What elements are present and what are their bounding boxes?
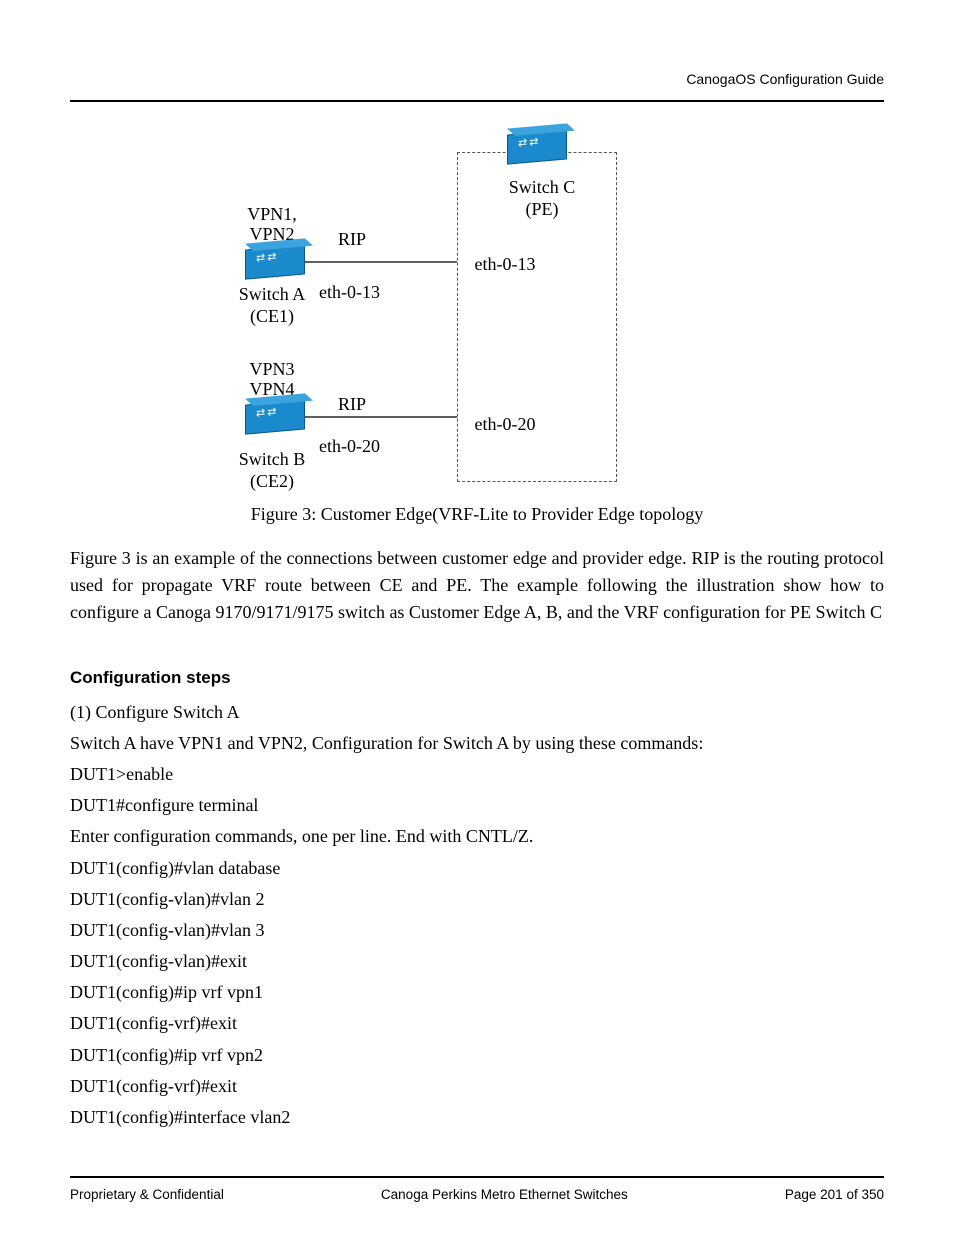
footer-rule bbox=[70, 1176, 884, 1178]
step1-desc: Switch A have VPN1 and VPN2, Configurati… bbox=[70, 731, 884, 756]
command-line: DUT1(config-vrf)#exit bbox=[70, 1074, 884, 1099]
command-line: DUT1(config-vlan)#vlan 3 bbox=[70, 918, 884, 943]
figure-caption: Figure 3: Customer Edge(VRF-Lite to Prov… bbox=[70, 502, 884, 527]
footer-center: Canoga Perkins Metro Ethernet Switches bbox=[381, 1186, 628, 1205]
header-rule bbox=[70, 100, 884, 102]
command-line: DUT1(config)#vlan database bbox=[70, 856, 884, 881]
footer-left: Proprietary & Confidential bbox=[70, 1186, 224, 1205]
figure-description: Figure 3 is an example of the connection… bbox=[70, 545, 884, 626]
page-footer: Proprietary & Confidential Canoga Perkin… bbox=[70, 1186, 884, 1205]
step1-title: (1) Configure Switch A bbox=[70, 700, 884, 725]
command-line: DUT1(config-vrf)#exit bbox=[70, 1011, 884, 1036]
command-line: DUT1#configure terminal bbox=[70, 793, 884, 818]
command-line: DUT1(config)#ip vrf vpn1 bbox=[70, 980, 884, 1005]
command-line: DUT1(config)#interface vlan2 bbox=[70, 1105, 884, 1130]
command-line: DUT1(config-vlan)#vlan 2 bbox=[70, 887, 884, 912]
footer-right: Page 201 of 350 bbox=[785, 1186, 884, 1205]
config-steps-heading: Configuration steps bbox=[70, 666, 884, 690]
topology-diagram: Switch C (PE) eth-0-13 eth-0-20 VPN1, VP… bbox=[70, 122, 884, 492]
command-line: DUT1(config)#ip vrf vpn2 bbox=[70, 1043, 884, 1068]
connector-lines bbox=[227, 122, 727, 492]
command-line: DUT1>enable bbox=[70, 762, 884, 787]
command-line: DUT1(config-vlan)#exit bbox=[70, 949, 884, 974]
header-doc-title: CanogaOS Configuration Guide bbox=[70, 70, 884, 90]
command-line: Enter configuration commands, one per li… bbox=[70, 824, 884, 849]
